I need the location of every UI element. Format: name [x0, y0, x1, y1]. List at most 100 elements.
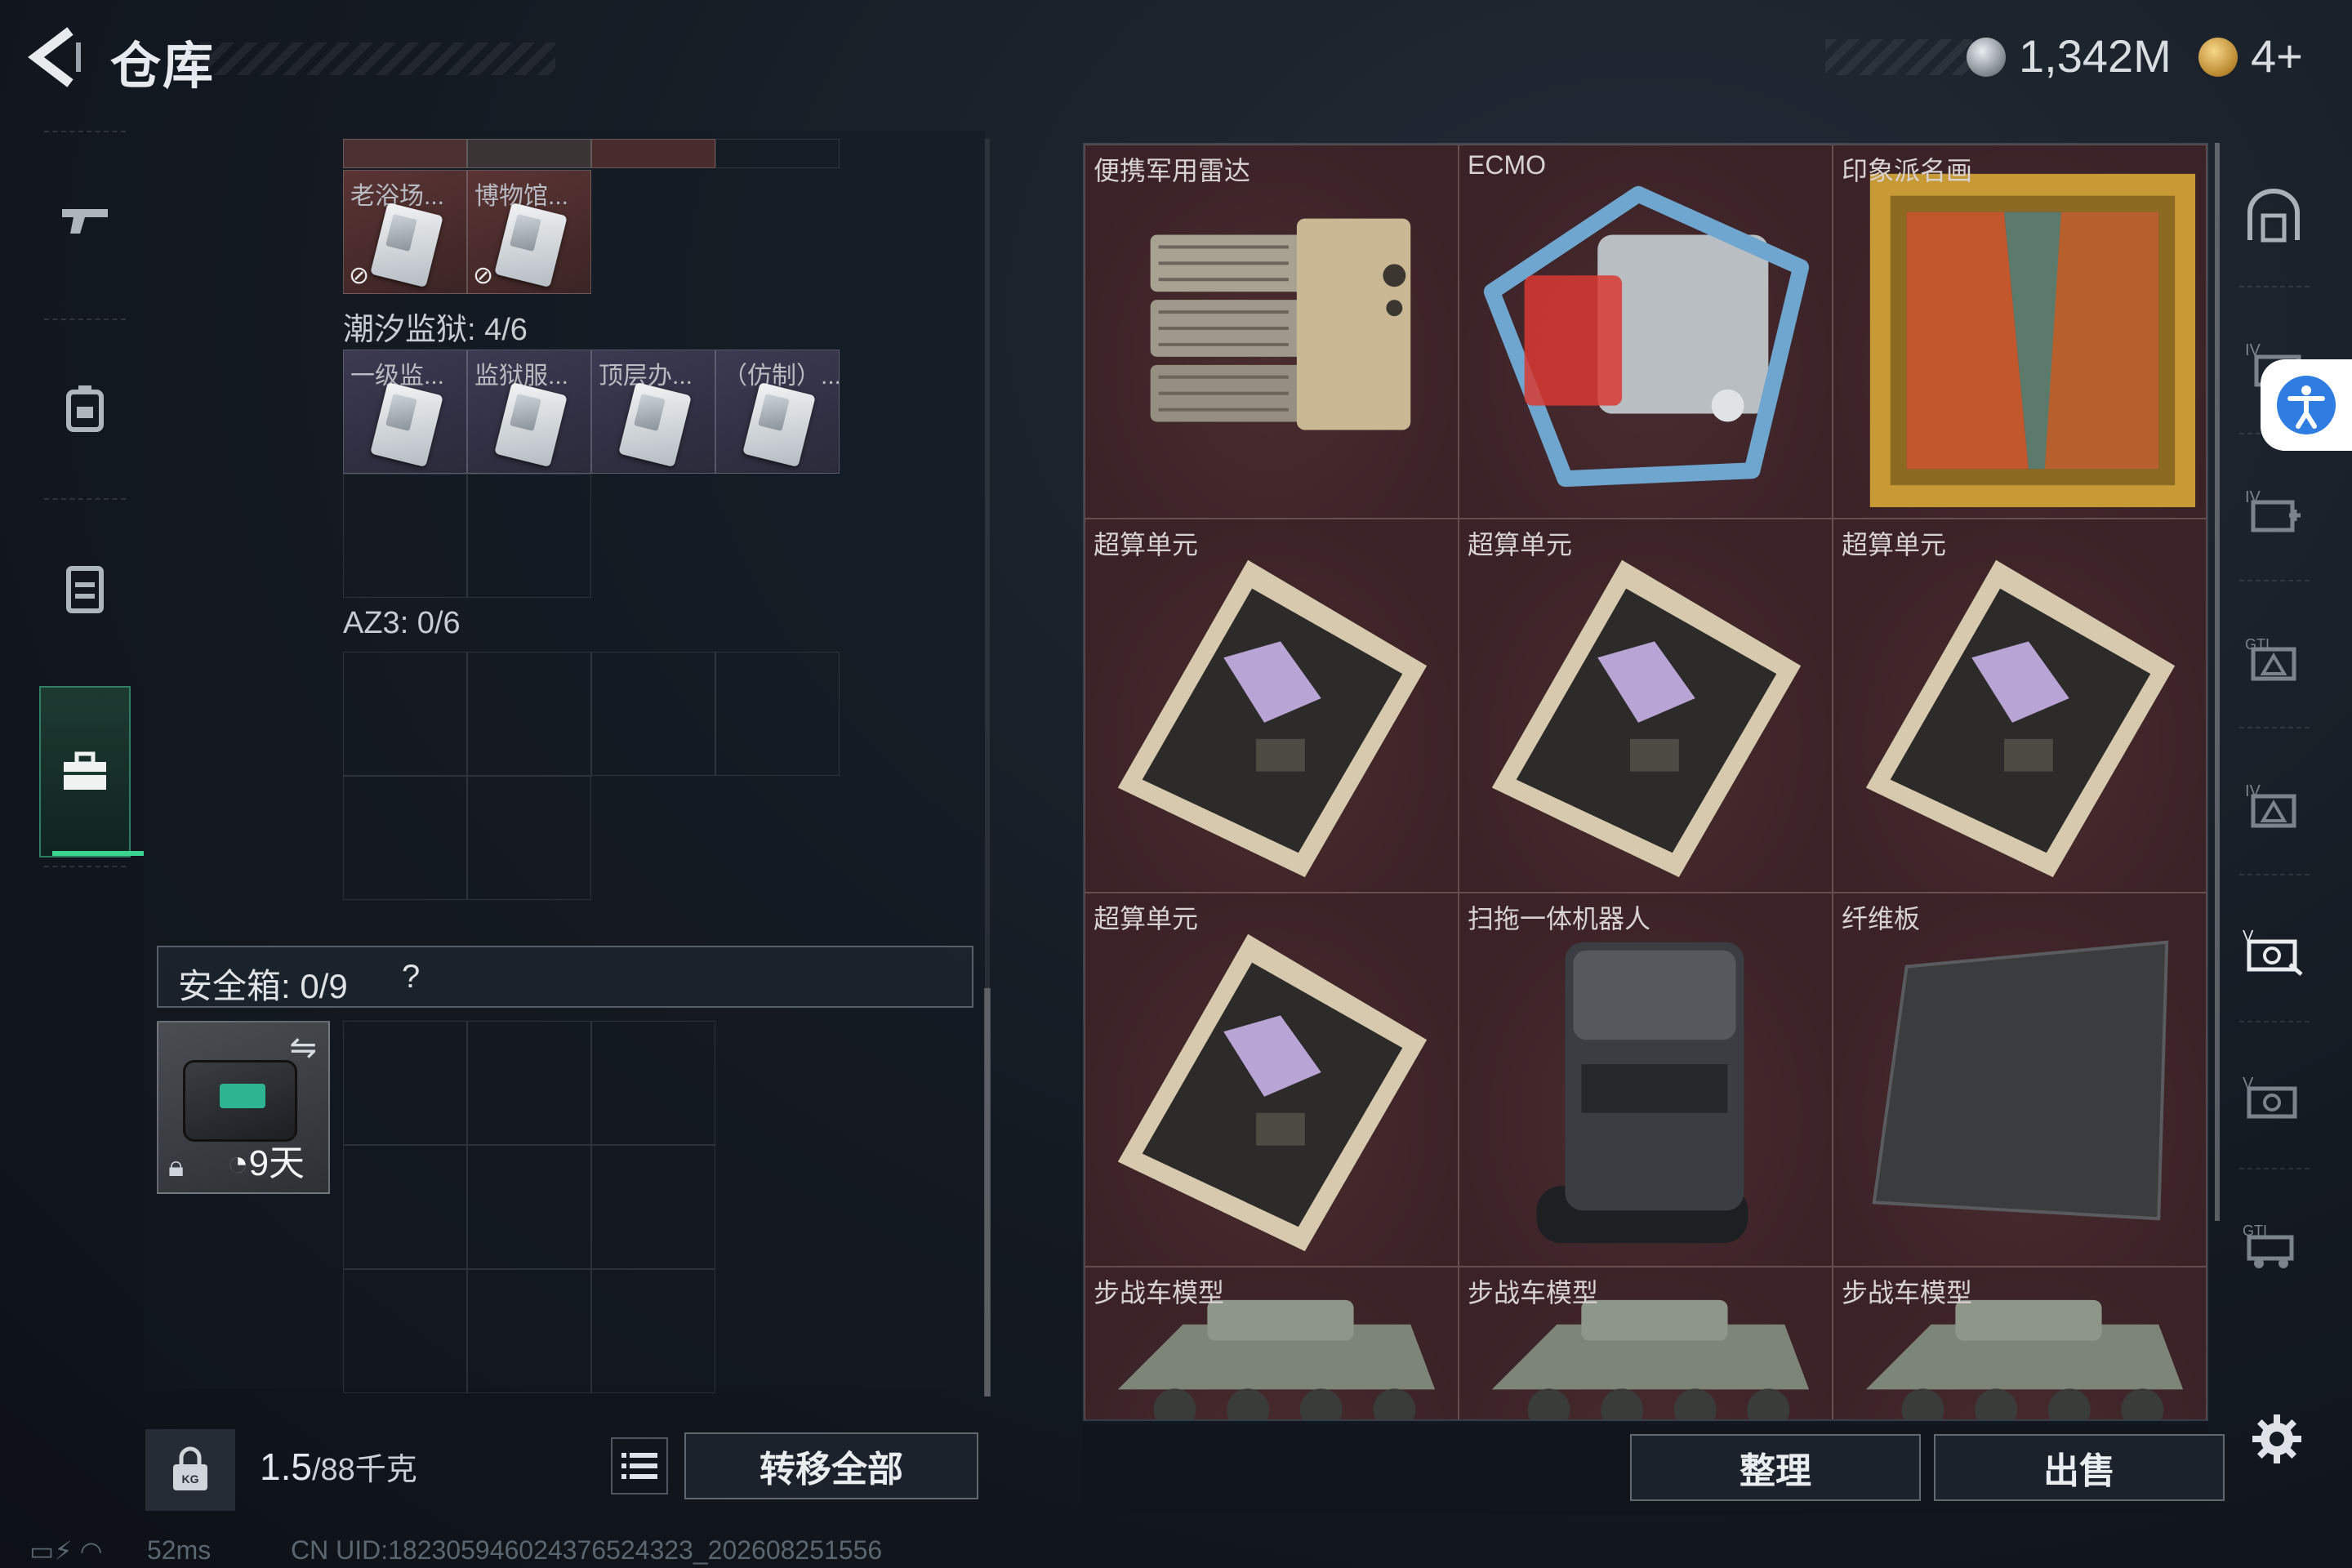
safe-slot[interactable]: [467, 1145, 591, 1269]
empty-slot[interactable]: [467, 776, 591, 900]
grid-item[interactable]: 步战车模型: [1833, 1267, 2207, 1419]
safe-slot[interactable]: [591, 1269, 715, 1393]
storage-item[interactable]: 顶层办...: [591, 350, 715, 474]
gpu-icon: [1491, 559, 1802, 878]
medkit-icon: IV: [2245, 488, 2301, 532]
right-nav-shelter[interactable]: [2225, 155, 2323, 278]
grid-item[interactable]: 便携军用雷达: [1085, 145, 1459, 519]
gpu-icon: [1865, 559, 2176, 878]
grid-item[interactable]: 超算单元: [1085, 893, 1459, 1267]
silver-coin-icon: [1967, 38, 2006, 77]
expiry-timer: ◔9天: [227, 1134, 305, 1186]
safe-slot[interactable]: [343, 1021, 467, 1145]
right-nav-vault-v[interactable]: V: [2225, 1037, 2323, 1160]
vault-icon: V: [2243, 928, 2303, 976]
swap-icon[interactable]: ⇋: [289, 1029, 317, 1067]
safe-slot[interactable]: [343, 1269, 467, 1393]
right-nav-vault-active[interactable]: V: [2225, 890, 2323, 1013]
storage-scrollbar-thumb[interactable]: [984, 988, 991, 1396]
weight-current: 1.5: [260, 1446, 312, 1488]
battery-icon: ▭⚡: [29, 1536, 73, 1566]
right-nav: IV IV GTI IV V V GTI: [2225, 139, 2323, 1282]
safe-box-label: 安全箱: 0/9: [178, 967, 348, 1005]
empty-slot[interactable]: [467, 474, 591, 598]
empty-slot[interactable]: [343, 776, 467, 900]
shelter-icon: [2247, 189, 2300, 243]
storage-item[interactable]: 博物馆... ⊘: [467, 170, 591, 294]
grid-item[interactable]: 超算单元: [1459, 519, 1833, 893]
fiber-board-icon: [1872, 940, 2169, 1221]
grid-item[interactable]: 步战车模型: [1085, 1267, 1459, 1419]
safe-slot[interactable]: [591, 1145, 715, 1269]
storage-item[interactable]: 一级监...: [343, 350, 467, 474]
nav-backpack[interactable]: [28, 327, 142, 490]
safe-slot[interactable]: [467, 1269, 591, 1393]
safe-box-header: 安全箱: 0/9 ?: [157, 946, 973, 1008]
right-nav-gti[interactable]: GTI: [2225, 596, 2323, 719]
nav-vest[interactable]: [28, 506, 142, 670]
keycard-icon: [618, 381, 692, 468]
empty-slot[interactable]: [343, 652, 467, 776]
sort-button[interactable]: 整理: [1630, 1434, 1921, 1501]
gpu-icon: [1117, 559, 1428, 878]
accessibility-button[interactable]: [2261, 359, 2352, 451]
grid-item[interactable]: 超算单元: [1085, 519, 1459, 893]
weight-lock-icon: KG: [173, 1446, 207, 1490]
grid-item[interactable]: 步战车模型: [1459, 1267, 1833, 1419]
keycard-icon: [370, 381, 443, 468]
radar-icon: [1150, 218, 1411, 430]
safe-case-icon: [183, 1060, 297, 1142]
empty-slot[interactable]: [591, 652, 715, 776]
robot-vacuum-icon: [1536, 942, 1748, 1244]
ticket-count[interactable]: 4+: [2251, 29, 2303, 82]
vest-icon: [66, 566, 104, 613]
money-amount: 1,342M: [2019, 30, 2172, 82]
safe-slot[interactable]: [467, 1021, 591, 1145]
gear-icon: [2252, 1414, 2301, 1463]
safe-slot[interactable]: [343, 1145, 467, 1269]
keycard-icon: [494, 202, 568, 288]
safe-box-item[interactable]: ⇋ 🔒︎ ◔9天: [157, 1021, 330, 1194]
grid-item[interactable]: 超算单元: [1833, 519, 2207, 893]
grid-item[interactable]: 纤维板: [1833, 893, 2207, 1267]
sell-button[interactable]: 出售: [1934, 1434, 2225, 1501]
settings-button[interactable]: [2244, 1406, 2310, 1472]
item-grid: 便携军用雷达 ECMO 印象派名画 超算单元 超算单元 超算单元 超算单元 扫拖…: [1083, 143, 2208, 1421]
painting-icon: [1869, 173, 2196, 508]
item-grid-scrollbar[interactable]: [2215, 143, 2220, 1221]
list-view-button[interactable]: [611, 1437, 668, 1494]
storage-item[interactable]: 老浴场... ⊘: [343, 170, 467, 294]
right-nav-gti-truck[interactable]: GTI: [2225, 1184, 2323, 1307]
nav-weapons[interactable]: [28, 139, 142, 302]
right-nav-iv-medkit[interactable]: IV: [2225, 449, 2323, 572]
grid-item[interactable]: 印象派名画: [1833, 145, 2207, 519]
grid-item[interactable]: 扫拖一体机器人: [1459, 893, 1833, 1267]
empty-slot[interactable]: [715, 652, 840, 776]
backpack-icon: [66, 385, 104, 432]
section-az3: AZ3: 0/6: [343, 606, 461, 640]
empty-slot[interactable]: [467, 652, 591, 776]
currency-decoration: [1825, 39, 1972, 75]
right-nav-iv-warning[interactable]: IV: [2225, 743, 2323, 866]
uid-text: CN UID:1823059460243765243​23_2026082515…: [291, 1535, 883, 1565]
weight-readout: 1.5/88千克: [260, 1444, 417, 1489]
expiry-days: 9天: [248, 1143, 305, 1183]
grid-item[interactable]: ECMO: [1459, 145, 1833, 519]
keycard-icon: [742, 381, 816, 468]
weight-capacity: /88千克: [311, 1453, 417, 1487]
gti-warning-icon: GTI: [2245, 636, 2296, 681]
back-arrow-icon: [28, 27, 81, 87]
safe-slot[interactable]: [591, 1021, 715, 1145]
no-take-out-icon: ⊘: [349, 262, 370, 289]
transfer-all-button[interactable]: 转移全部: [684, 1432, 978, 1499]
storage-item[interactable]: 监狱服...: [467, 350, 591, 474]
help-icon[interactable]: ?: [402, 959, 420, 996]
storage-item[interactable]: （仿制）...: [715, 350, 840, 474]
weight-lock-button[interactable]: KG: [145, 1429, 235, 1511]
gold-coin-icon: [2198, 38, 2238, 77]
no-take-out-icon: ⊘: [473, 262, 494, 289]
empty-slot[interactable]: [343, 474, 467, 598]
back-button[interactable]: [24, 24, 90, 90]
toolbox-icon: [64, 751, 106, 790]
nav-safe-storage[interactable]: [39, 686, 144, 858]
